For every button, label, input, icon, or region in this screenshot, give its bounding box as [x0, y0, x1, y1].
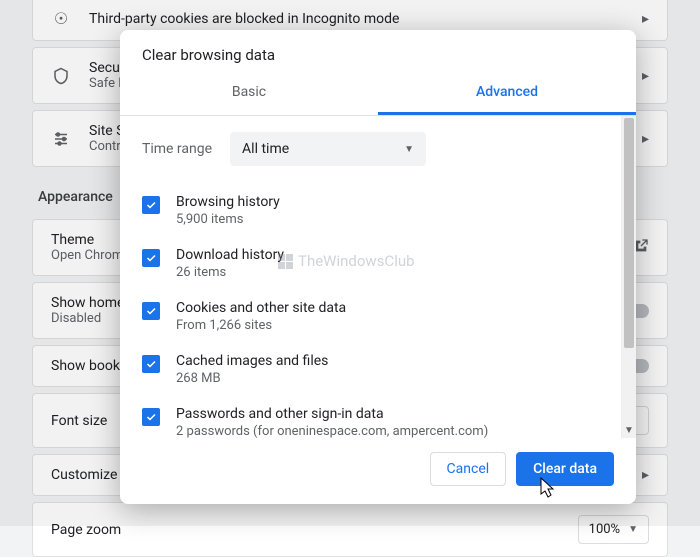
item-subtitle: 2 passwords (for oneninespace.com, amper…	[176, 424, 488, 438]
scrollbar-down-icon[interactable]: ▼	[622, 423, 636, 438]
checkbox[interactable]	[142, 196, 160, 214]
cancel-button[interactable]: Cancel	[430, 452, 507, 486]
item-title: Cookies and other site data	[176, 300, 346, 316]
item-subtitle: 26 items	[176, 265, 284, 280]
clear-data-button[interactable]: Clear data	[516, 452, 614, 486]
select-value: All time	[242, 141, 289, 157]
item-title: Download history	[176, 247, 284, 263]
item-subtitle: 5,900 items	[176, 212, 280, 227]
checkbox[interactable]	[142, 355, 160, 373]
chevron-down-icon: ▼	[404, 144, 414, 155]
checkbox[interactable]	[142, 408, 160, 426]
checkbox[interactable]	[142, 249, 160, 267]
time-range-select[interactable]: All time ▼	[230, 132, 426, 166]
item-subtitle: 268 MB	[176, 371, 328, 386]
data-type-item[interactable]: Cookies and other site data From 1,266 si…	[142, 290, 614, 343]
data-type-item[interactable]: Download history 26 items	[142, 237, 614, 290]
data-type-item[interactable]: Cached images and files 268 MB	[142, 343, 614, 396]
scrollbar[interactable]: ▼	[621, 116, 636, 438]
clear-browsing-data-dialog: Clear browsing data Basic Advanced Time …	[120, 30, 636, 504]
tab-basic[interactable]: Basic	[120, 72, 378, 115]
dialog-title: Clear browsing data	[120, 30, 636, 72]
item-subtitle: From 1,266 sites	[176, 318, 346, 333]
tab-advanced[interactable]: Advanced	[378, 72, 636, 115]
checkbox[interactable]	[142, 302, 160, 320]
item-title: Cached images and files	[176, 353, 328, 369]
scrollbar-thumb[interactable]	[624, 118, 634, 348]
item-title: Browsing history	[176, 194, 280, 210]
time-range-label: Time range	[142, 141, 212, 157]
item-title: Passwords and other sign-in data	[176, 406, 488, 422]
data-type-item[interactable]: Passwords and other sign-in data 2 passwo…	[142, 396, 614, 438]
dialog-tabs: Basic Advanced	[120, 72, 636, 116]
data-type-item[interactable]: Browsing history 5,900 items	[142, 184, 614, 237]
